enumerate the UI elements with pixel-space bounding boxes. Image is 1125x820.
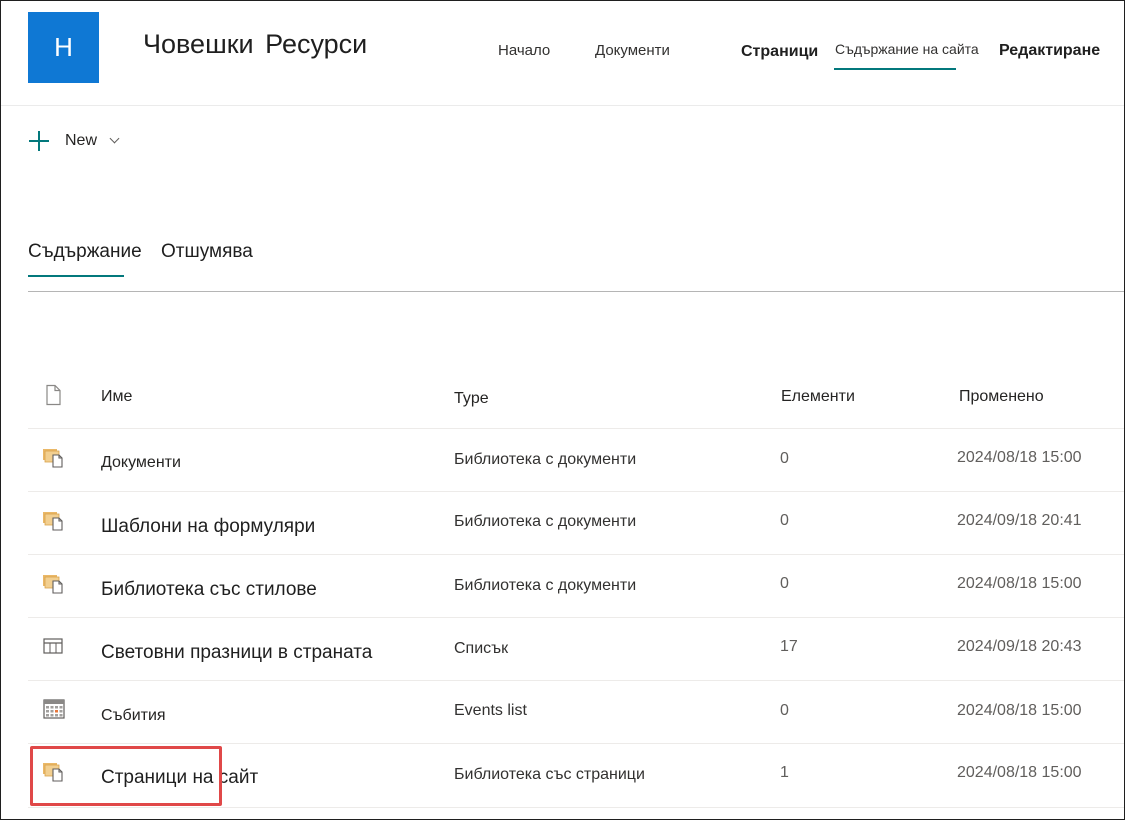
- row-items: 1: [780, 764, 789, 781]
- new-button-label: New: [65, 132, 98, 149]
- row-type: Библиотека с документи: [454, 451, 637, 468]
- row-type: Списък: [454, 640, 509, 657]
- table-row[interactable]: Световни празници в страната Списък 17 2…: [28, 618, 1124, 681]
- row-items: 0: [780, 575, 789, 592]
- row-name[interactable]: Библиотека със стилове: [101, 579, 317, 601]
- row-modified: 2024/09/18 20:43: [957, 638, 1082, 655]
- table-row[interactable]: Събития Events list 0 2024/08/18 15:00: [28, 681, 1124, 744]
- nav-site-contents[interactable]: Съдържание на сайта: [835, 41, 979, 57]
- row-modified: 2024/08/18 15:00: [957, 702, 1082, 719]
- calendar-icon: [41, 697, 67, 721]
- tab-contents[interactable]: Съдържание: [28, 241, 142, 263]
- nav-active-indicator: [834, 68, 956, 70]
- nav-documents[interactable]: Документи: [595, 42, 670, 59]
- row-items: 17: [780, 638, 798, 655]
- chevron-down-icon[interactable]: [109, 133, 120, 143]
- document-library-icon: [41, 508, 67, 532]
- row-type: Библиотека със страници: [454, 766, 645, 783]
- row-name[interactable]: Събития: [101, 707, 166, 725]
- plus-icon: [28, 130, 50, 152]
- tabs-divider: [28, 291, 1124, 292]
- site-header: H Човешки Ресурси Начало Документи Стран…: [1, 1, 1124, 106]
- table-row[interactable]: Документи Библиотека с документи 0 2024/…: [28, 429, 1124, 492]
- highlight-box: [30, 746, 222, 806]
- column-header-name[interactable]: Име: [101, 388, 132, 406]
- table-header: Име Type Елементи Променено: [28, 367, 1124, 429]
- row-items: 0: [780, 702, 789, 719]
- table-row[interactable]: Библиотека със стилове Библиотека с доку…: [28, 555, 1124, 618]
- row-modified: 2024/08/18 15:00: [957, 764, 1082, 781]
- row-modified: 2024/09/18 20:41: [957, 512, 1082, 529]
- tab-recycle-bin[interactable]: Отшумява: [161, 241, 253, 263]
- nav-home[interactable]: Начало: [498, 42, 550, 59]
- tab-active-indicator: [28, 275, 124, 277]
- nav-edit[interactable]: Редактиране: [999, 42, 1100, 60]
- site-logo[interactable]: H: [28, 12, 99, 83]
- nav-pages[interactable]: Страници: [741, 43, 818, 61]
- new-button[interactable]: New: [28, 127, 120, 155]
- file-icon: [41, 383, 67, 407]
- document-library-icon: [41, 445, 67, 469]
- column-header-type[interactable]: Type: [454, 390, 489, 408]
- column-header-modified[interactable]: Променено: [959, 388, 1044, 406]
- row-items: 0: [780, 450, 789, 467]
- row-name[interactable]: Шаблони на формуляри: [101, 516, 315, 538]
- row-items: 0: [780, 512, 789, 529]
- row-type: Библиотека с документи: [454, 577, 637, 594]
- list-icon: [41, 635, 67, 659]
- row-name[interactable]: Световни празници в страната: [101, 642, 372, 664]
- row-name[interactable]: Документи: [101, 454, 181, 472]
- row-modified: 2024/08/18 15:00: [957, 449, 1082, 466]
- row-type: Библиотека с документи: [454, 513, 637, 530]
- row-modified: 2024/08/18 15:00: [957, 575, 1082, 592]
- column-header-items[interactable]: Елементи: [781, 388, 855, 406]
- row-type: Events list: [454, 702, 527, 719]
- site-contents-page: H Човешки Ресурси Начало Документи Стран…: [0, 0, 1125, 820]
- table-row[interactable]: Шаблони на формуляри Библиотека с докуме…: [28, 492, 1124, 555]
- site-title[interactable]: Човешки Ресурси: [143, 29, 367, 60]
- document-library-icon: [41, 571, 67, 595]
